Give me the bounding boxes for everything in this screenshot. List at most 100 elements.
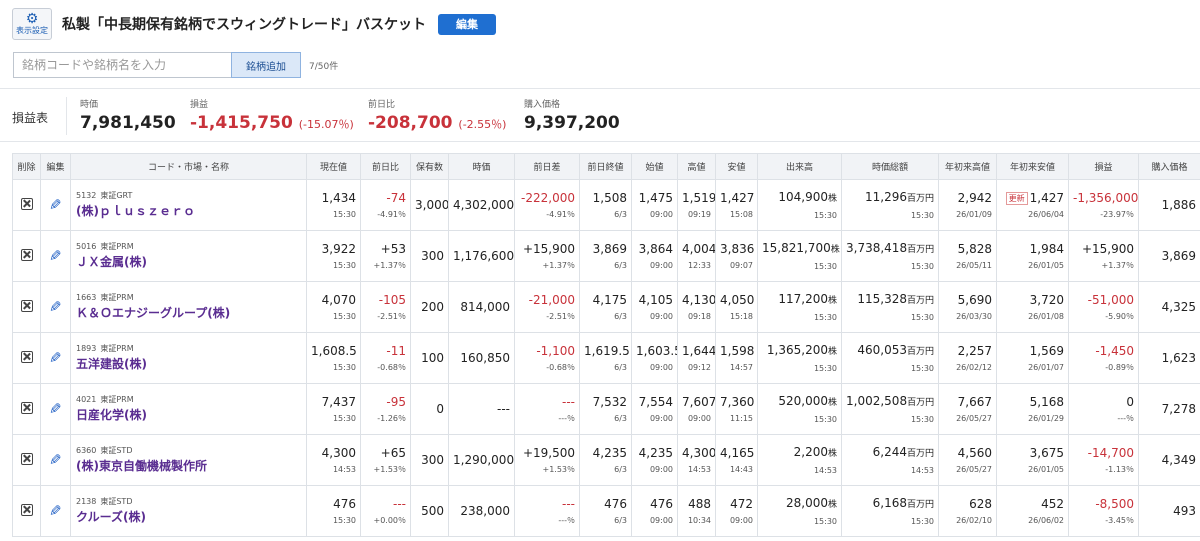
price-sub: 15:30 — [332, 362, 356, 372]
column-header: 編集 — [40, 153, 71, 180]
open-number: 4,105 — [638, 292, 673, 307]
cost-cell: 4,349 — [1138, 434, 1200, 486]
page-header: ⚙ 表示設定 私製「中長期保有銘柄でスウィングトレード」バスケット 編集 — [12, 8, 496, 40]
column-header: 現在値 — [306, 153, 361, 180]
summary-cost-amount: 9,397,200 — [524, 113, 620, 133]
delete-icon[interactable] — [20, 248, 33, 261]
volume-value: 104,900株 — [762, 189, 837, 207]
high-number: 7,607 — [682, 394, 716, 409]
stock-meta: 5016 東証PRM — [76, 241, 302, 253]
market-cap-number: 6,244 — [872, 444, 907, 459]
open-sub: 09:00 — [649, 209, 673, 219]
cost-cell: 4,325 — [1138, 281, 1200, 333]
market-cap-cell: 460,053百万円 15:30 — [841, 332, 939, 384]
change-cell: -11 -0.68％ — [360, 332, 411, 384]
edit-button[interactable]: 編集 — [438, 13, 496, 35]
unit-label: 百万円 — [906, 499, 934, 510]
market-cap-cell: 1,002,508百万円 15:30 — [841, 383, 939, 435]
profit-loss-cell: -1,356,000 -23.97％ — [1068, 179, 1139, 231]
stock-code: 4021 — [76, 395, 97, 404]
stock-name-link[interactable]: (株)ｐｌｕｓｚｅｒｏ — [76, 204, 195, 218]
volume-value: 520,000株 — [762, 393, 837, 411]
pencil-icon[interactable]: ✎ — [49, 298, 62, 316]
high-cell: 1,519 09:19 — [677, 179, 716, 231]
year-high-number: 5,828 — [957, 241, 992, 256]
profit-loss-value: -1,356,000 — [1073, 190, 1138, 206]
summary-market-value-amount: 7,981,450 — [80, 113, 176, 133]
change-number: -74 — [386, 190, 406, 205]
pencil-icon[interactable]: ✎ — [49, 451, 62, 469]
diff-number: --- — [562, 394, 575, 409]
prev-close-cell: 7,532 6/3 — [579, 383, 632, 435]
quantity-value: 3,000 — [415, 198, 449, 212]
stock-market: 東証GRT — [100, 191, 133, 200]
stock-name-link[interactable]: 日産化学(株) — [76, 408, 147, 422]
prev-close-number: 3,869 — [592, 241, 627, 256]
delete-icon[interactable] — [20, 299, 33, 312]
unit-label: 株 — [827, 193, 837, 204]
delete-icon[interactable] — [20, 503, 33, 516]
diff-number: -222,000 — [521, 190, 575, 205]
prev-close-cell: 4,175 6/3 — [579, 281, 632, 333]
display-settings-button[interactable]: ⚙ 表示設定 — [12, 8, 52, 40]
high-number: 4,130 — [682, 292, 716, 307]
pencil-icon[interactable]: ✎ — [49, 196, 62, 214]
pencil-icon[interactable]: ✎ — [49, 400, 62, 418]
price-sub: 14:53 — [332, 464, 356, 474]
price-value: 7,437 — [311, 394, 356, 410]
pl-summary: 損益表 時価 7,981,450 損益 -1,415,750 (-15.07％)… — [0, 88, 1200, 142]
add-stock-button[interactable]: 銘柄追加 — [231, 52, 301, 78]
high-sub: 09:12 — [687, 362, 711, 372]
column-header: 年初来安値 — [996, 153, 1069, 180]
change-cell: -105 -2.51％ — [360, 281, 411, 333]
market-value-value: 160,850 — [460, 351, 510, 365]
high-sub: 12:33 — [687, 260, 711, 270]
year-low-value: 452 — [1001, 496, 1064, 512]
stock-name-link[interactable]: (株)東京自働機械製作所 — [76, 459, 207, 473]
cost-value: 1,623 — [1161, 351, 1196, 365]
low-value: 3,836 — [720, 241, 754, 257]
market-value-cell: 238,000 — [448, 485, 515, 537]
diff-value: --- — [519, 394, 575, 410]
stock-name-link[interactable]: 五洋建設(株) — [76, 357, 147, 371]
year-low-number: 1,984 — [1029, 241, 1064, 256]
open-sub: 09:00 — [649, 464, 673, 474]
profit-loss-number: -51,000 — [1087, 292, 1134, 307]
year-high-sub: 26/05/11 — [956, 260, 992, 270]
gear-icon: ⚙ — [25, 11, 39, 27]
column-header: 時価 — [448, 153, 515, 180]
high-sub: 09:00 — [687, 413, 711, 423]
high-value: 1,519 — [682, 190, 715, 206]
stock-name-link[interactable]: ＪＸ金属(株) — [76, 255, 147, 269]
change-value: -11 — [365, 343, 406, 359]
change-value: -95 — [365, 394, 406, 410]
pencil-icon[interactable]: ✎ — [49, 349, 62, 367]
delete-icon[interactable] — [20, 197, 33, 210]
market-cap-number: 460,053 — [857, 342, 907, 357]
change-number: -95 — [386, 394, 406, 409]
pencil-icon[interactable]: ✎ — [49, 502, 62, 520]
quantity-cell: 300 — [410, 434, 449, 486]
change-sub: -4.91％ — [377, 209, 406, 219]
unit-label: 株 — [827, 448, 837, 459]
prev-close-value: 3,869 — [584, 241, 627, 257]
price-number: 7,437 — [321, 394, 356, 409]
delete-icon[interactable] — [20, 452, 33, 465]
stock-market: 東証PRM — [100, 395, 134, 404]
delete-icon[interactable] — [20, 401, 33, 414]
prev-close-number: 7,532 — [592, 394, 627, 409]
diff-cell: -21,000 -2.51％ — [514, 281, 580, 333]
stock-name-link[interactable]: Ｋ＆Ｏエナジーグループ(株) — [76, 306, 230, 320]
year-low-cell: 452 26/06/02 — [996, 485, 1069, 537]
year-high-sub: 26/01/09 — [956, 209, 992, 219]
low-value: 1,427 — [720, 190, 754, 206]
pencil-icon[interactable]: ✎ — [49, 247, 62, 265]
cost-cell: 1,623 — [1138, 332, 1200, 384]
price-number: 3,922 — [321, 241, 356, 256]
delete-icon[interactable] — [20, 350, 33, 363]
stock-search-input[interactable] — [13, 52, 231, 78]
price-sub: 15:30 — [332, 515, 356, 525]
low-cell: 4,050 15:18 — [715, 281, 758, 333]
prev-close-cell: 1,619.5 6/3 — [579, 332, 632, 384]
stock-name-link[interactable]: クルーズ(株) — [76, 510, 146, 524]
